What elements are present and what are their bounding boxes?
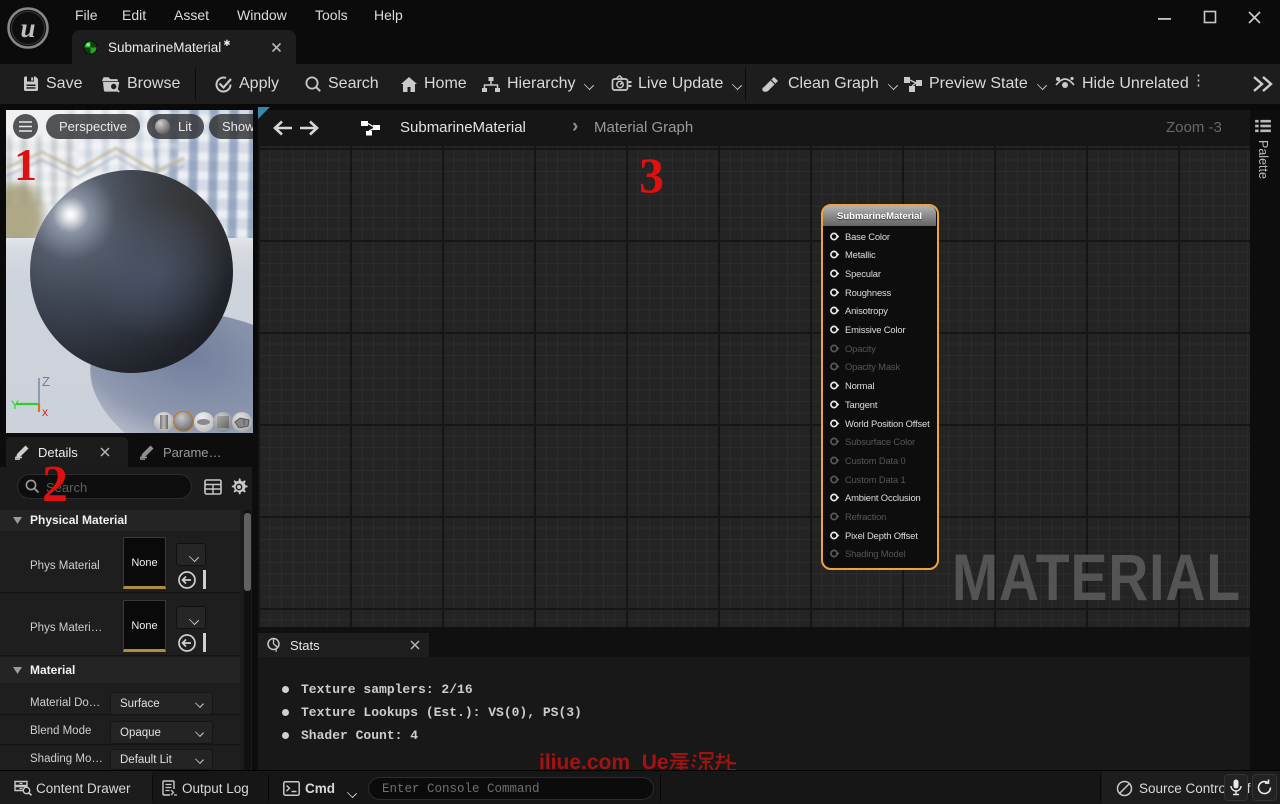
svg-text:Y: Y <box>11 398 19 412</box>
svg-text:x: x <box>42 405 48 418</box>
svg-text:u: u <box>20 13 35 43</box>
svg-text:i: i <box>275 645 277 653</box>
svg-text:Z: Z <box>42 374 50 389</box>
